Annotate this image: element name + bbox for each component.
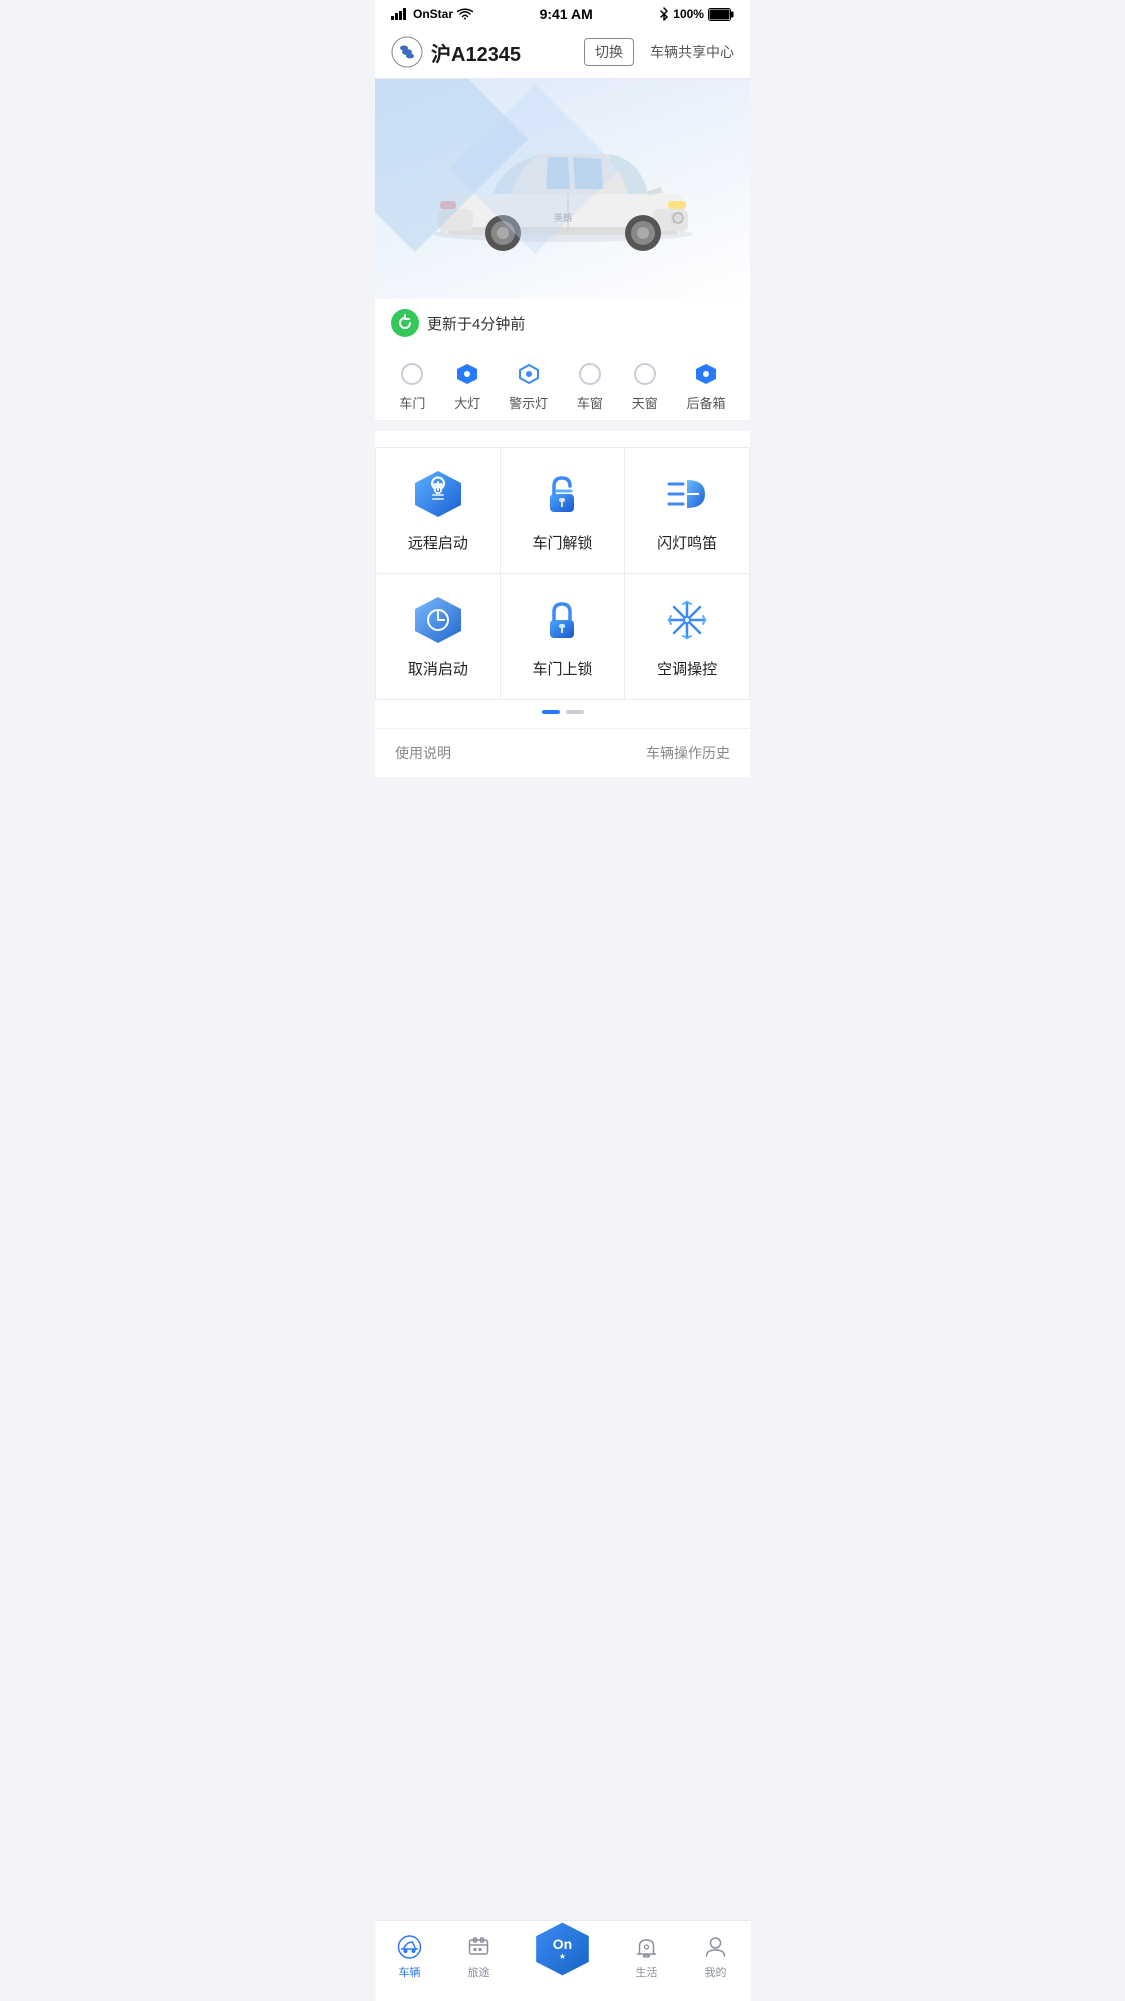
remote-start-label: 远程启动	[408, 532, 468, 553]
nav-item-profile[interactable]: 我的	[703, 1934, 729, 1980]
door-status-icon	[401, 363, 423, 385]
remote-start-icon	[412, 468, 464, 520]
trunk-status-label: 后备箱	[687, 393, 726, 412]
profile-nav-label: 我的	[705, 1964, 727, 1980]
refresh-icon	[391, 309, 419, 337]
cancel-start-button[interactable]: 取消启动	[376, 574, 501, 700]
status-item-light: 大灯	[454, 363, 480, 412]
buick-logo	[391, 36, 423, 68]
status-item-sunroof: 天窗	[632, 363, 658, 412]
status-time: 9:41 AM	[540, 6, 593, 22]
door-lock-button[interactable]: 车门上锁	[501, 574, 626, 700]
update-text: 更新于4分钟前	[427, 313, 525, 334]
share-center-link[interactable]: 车辆共享中心	[650, 42, 734, 62]
instructions-link[interactable]: 使用说明	[395, 743, 451, 763]
profile-nav-icon	[703, 1934, 729, 1960]
light-status-label: 大灯	[454, 393, 480, 412]
light-status-icon	[456, 363, 478, 385]
nav-item-vehicle[interactable]: 车辆	[397, 1934, 423, 1980]
status-item-window: 车窗	[577, 363, 603, 412]
status-item-hazard: 警示灯	[509, 363, 548, 412]
door-unlock-label: 车门解锁	[532, 532, 592, 553]
car-hero-section: 英朗	[375, 79, 750, 299]
life-nav-label: 生活	[636, 1964, 658, 1980]
grid-pagination	[375, 700, 750, 720]
bluetooth-icon	[659, 7, 669, 21]
door-lock-label: 车门上锁	[532, 658, 592, 679]
nav-item-onstar[interactable]: On ★	[535, 1929, 591, 1985]
plate-number: 沪A12345	[431, 38, 576, 67]
flash-horn-label: 闪灯鸣笛	[657, 532, 717, 553]
header: 沪A12345 切换 车辆共享中心	[375, 26, 750, 79]
status-item-door: 车门	[399, 363, 425, 412]
vehicle-nav-label: 车辆	[399, 1964, 421, 1980]
nav-item-life[interactable]: 生活	[634, 1934, 660, 1980]
footer-links: 使用说明 车辆操作历史	[375, 728, 750, 777]
door-status-label: 车门	[399, 393, 425, 412]
status-right: 100%	[659, 7, 734, 21]
door-unlock-button[interactable]: 车门解锁	[501, 448, 626, 574]
signal-icon	[391, 8, 409, 20]
trip-nav-icon	[466, 1934, 492, 1960]
hazard-status-label: 警示灯	[509, 393, 548, 412]
remote-start-button[interactable]: 远程启动	[376, 448, 501, 574]
sunroof-status-label: 天窗	[632, 393, 658, 412]
status-bar: OnStar 9:41 AM 100%	[375, 0, 750, 26]
nav-item-trip[interactable]: 旅途	[466, 1934, 492, 1980]
pagination-dot-2	[566, 710, 584, 714]
carrier-label: OnStar	[413, 7, 453, 21]
cancel-start-icon	[412, 594, 464, 646]
window-status-icon	[579, 363, 601, 385]
status-item-trunk: 后备箱	[687, 363, 726, 412]
flash-horn-button[interactable]: 闪灯鸣笛	[625, 448, 750, 574]
history-link[interactable]: 车辆操作历史	[646, 743, 730, 763]
door-lock-icon	[536, 594, 588, 646]
pagination-dot-1	[542, 710, 560, 714]
bottom-nav: 车辆 旅途 On ★	[375, 1920, 750, 2001]
hazard-status-icon	[518, 363, 540, 385]
life-nav-icon	[634, 1934, 660, 1960]
status-indicators: 车门 大灯 警示灯 车窗 天窗 后备箱	[375, 347, 750, 421]
action-grid-container: 远程启动	[375, 431, 750, 728]
ac-control-label: 空调操控	[657, 658, 717, 679]
window-status-label: 车窗	[577, 393, 603, 412]
wifi-icon	[457, 8, 473, 20]
sunroof-status-icon	[634, 363, 656, 385]
trip-nav-label: 旅途	[468, 1964, 490, 1980]
update-status-bar: 更新于4分钟前	[375, 299, 750, 347]
switch-button[interactable]: 切换	[584, 38, 634, 66]
battery-text: 100%	[673, 7, 704, 21]
car-nav-icon	[397, 1934, 423, 1960]
cancel-start-label: 取消启动	[408, 658, 468, 679]
status-left: OnStar	[391, 7, 473, 21]
ac-control-button[interactable]: 空调操控	[625, 574, 750, 700]
action-grid: 远程启动	[375, 447, 750, 700]
trunk-status-icon	[695, 363, 717, 385]
onstar-center-button[interactable]: On ★	[535, 1921, 591, 1977]
ac-control-icon	[661, 594, 713, 646]
battery-icon	[708, 8, 734, 21]
flash-horn-icon	[661, 468, 713, 520]
door-unlock-icon	[536, 468, 588, 520]
